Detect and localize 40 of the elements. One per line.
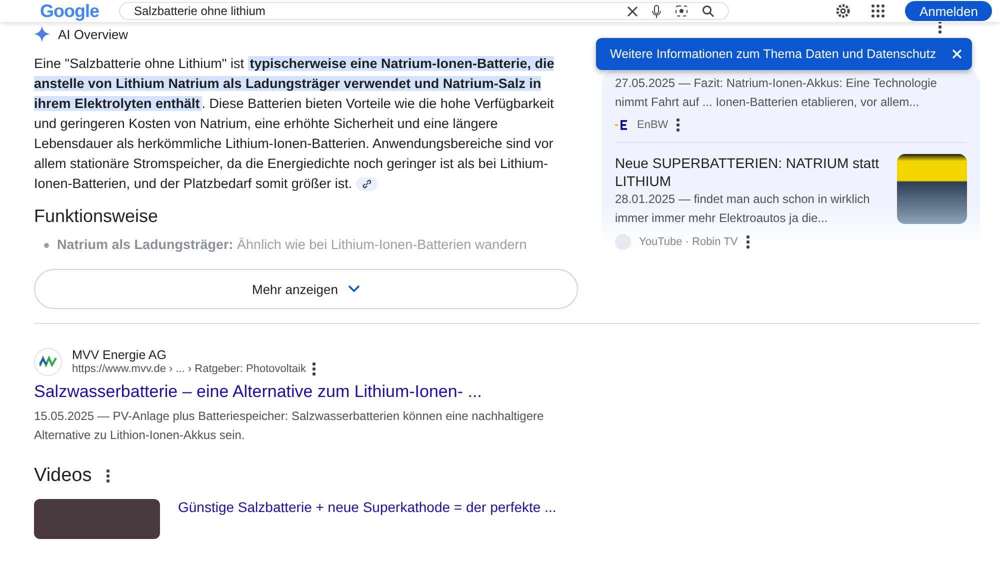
- video-thumbnail[interactable]: [897, 154, 967, 224]
- search-field[interactable]: Salzbatterie ohne lithium: [119, 2, 729, 20]
- camera-icon[interactable]: [675, 5, 688, 17]
- source-snippet: 27.05.2025 — Fazit: Natrium-Ionen-Akkus: Eine Technologie nimmt Fahrt auf ... Ionen-Batterien etablieren, vor allem...: [615, 75, 938, 111]
- more-options-icon[interactable]: [746, 235, 750, 249]
- videos-heading: Videos: [34, 465, 92, 487]
- signin-button[interactable]: Anmelden: [905, 1, 992, 21]
- more-options-icon[interactable]: [938, 20, 942, 34]
- google-logo[interactable]: Google: [40, 0, 99, 22]
- more-options-icon[interactable]: [106, 469, 110, 483]
- video-title-link[interactable]: Günstige Salzbatterie + neue Superkathode = der perfekte ...: [178, 499, 556, 539]
- close-icon[interactable]: [627, 6, 638, 16]
- tooltip-text: Weitere Informationen zum Thema Daten und Datenschutz: [610, 47, 936, 61]
- channel-avatar-icon: [615, 234, 631, 250]
- settings-icon[interactable]: [835, 3, 852, 19]
- source-name: YouTube · Robin TV: [639, 236, 738, 248]
- mvv-logo-icon: [34, 348, 62, 376]
- overview-paragraph: Eine "Salzbatterie ohne Lithium" ist typischerweise eine Natrium-Ionen-Batterie, die anstelle von Lithium Natrium als Ladungsträger verwendet und Natrium-Salz in ihrem Elektrolyten enthält. Diese Batterien bieten Vorteile wie die hohe Verfügbarkeit und geringeren Kosten von Natrium, eine erhöhte Sicherheit und eine längere Lebensdauer als herkömmliche Lithium-Ionen-Batterien. Anwendungsbereiche sind vor allem stationäre Stromspeicher, da die Energiedichte noch geringer ist als bei Lithium-Ionen-Batterien, und der Platzbedarf somit größer ist.: [34, 55, 556, 194]
- result-url: https://www.mvv.de › ... › Ratgeber: Photovoltaik: [72, 363, 306, 375]
- link-icon[interactable]: [356, 177, 378, 192]
- source-snippet: 28.01.2025 — findet man auch schon in wirklich immer immer mehr Elektroautos ja die...: [615, 191, 871, 227]
- chevron-down-icon: [348, 285, 360, 293]
- section-heading: Funktionsweise: [34, 206, 160, 227]
- ai-overview-label: AI Overview: [58, 26, 128, 42]
- bullet-icon: [44, 242, 49, 248]
- source-name: EnBW: [637, 119, 668, 131]
- source-title-link[interactable]: Neue SUPERBATTERIEN: NATRIUM statt LITHIUM: [615, 154, 885, 190]
- microphone-icon[interactable]: [652, 4, 661, 18]
- faded-bullet-text: Natrium als Ladungsträger: Ähnlich wie bei Lithium-Ionen-Batterien wandern: [57, 236, 527, 254]
- show-more-button[interactable]: Mehr anzeigen: [34, 269, 578, 309]
- enbw-logo-icon: [615, 119, 629, 131]
- video-thumbnail[interactable]: [34, 499, 160, 539]
- site-name: MVV Energie AG: [72, 348, 168, 362]
- result-snippet: 15.05.2025 — PV-Anlage plus Batteriespeicher: Salzwasserbatterien können eine nachhaltigere Alternative zu Lithion-Ionen-Akkus sein.: [34, 408, 545, 444]
- more-options-icon[interactable]: [676, 118, 680, 132]
- apps-grid-icon[interactable]: [871, 4, 886, 18]
- search-icon[interactable]: [702, 5, 714, 17]
- result-title-link[interactable]: Salzwasserbatterie – eine Alternative zum Lithium-Ionen- ...: [34, 382, 594, 402]
- sparkle-icon: [34, 26, 50, 42]
- more-options-icon[interactable]: [312, 362, 316, 376]
